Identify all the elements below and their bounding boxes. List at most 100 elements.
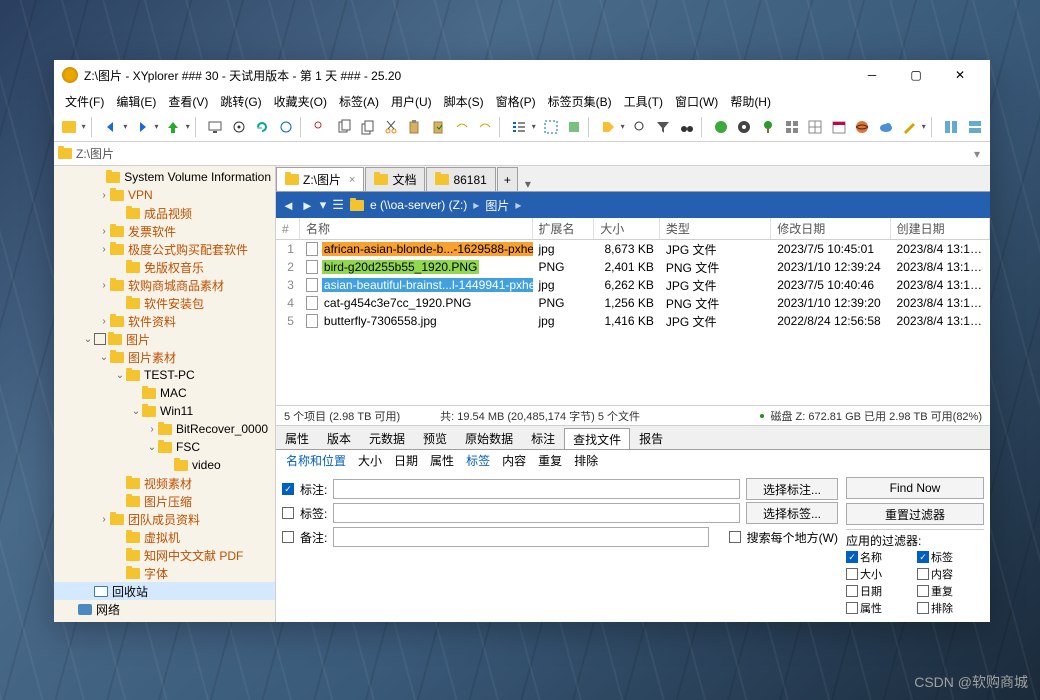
menu-item[interactable]: 窗口(W): [670, 91, 723, 112]
menu-item[interactable]: 文件(F): [60, 91, 109, 112]
menu-item[interactable]: 标签页集(B): [543, 91, 617, 112]
menu-item[interactable]: 用户(U): [386, 91, 437, 112]
grid-icon[interactable]: [780, 115, 803, 139]
menu-item[interactable]: 查看(V): [163, 91, 213, 112]
tab[interactable]: 文档: [365, 167, 425, 191]
sub-tab[interactable]: 内容: [496, 450, 532, 471]
menu-item[interactable]: 帮助(H): [725, 91, 776, 112]
info-tab[interactable]: 属性: [276, 427, 318, 449]
sub-tab[interactable]: 日期: [388, 450, 424, 471]
tree-icon[interactable]: [58, 115, 81, 139]
forward-button[interactable]: [131, 115, 154, 139]
tree-item[interactable]: 免版权音乐: [54, 258, 275, 276]
grid2-icon[interactable]: [804, 115, 827, 139]
tree-item[interactable]: 图片压缩: [54, 492, 275, 510]
note-input[interactable]: [333, 527, 708, 547]
tree-item[interactable]: ›软件资料: [54, 312, 275, 330]
tree-item[interactable]: 字体: [54, 564, 275, 582]
tree-item[interactable]: 网络: [54, 600, 275, 618]
target-icon[interactable]: [228, 115, 251, 139]
info-tab[interactable]: 元数据: [360, 427, 414, 449]
col-size[interactable]: 大小: [594, 218, 660, 239]
sub-tab[interactable]: 名称和位置: [280, 450, 352, 471]
up-button[interactable]: [162, 115, 185, 139]
undo-arrow-icon[interactable]: [450, 115, 473, 139]
copy2-icon[interactable]: [356, 115, 379, 139]
bc-up-icon[interactable]: ☰: [332, 197, 344, 213]
tree-item[interactable]: ›BitRecover_0000: [54, 420, 275, 438]
list-icon[interactable]: [508, 115, 531, 139]
bc-back-icon[interactable]: ◄: [282, 198, 295, 213]
label-checkbox[interactable]: [282, 507, 294, 519]
brush-icon[interactable]: [898, 115, 921, 139]
close-button[interactable]: ✕: [938, 61, 982, 89]
menu-item[interactable]: 收藏夹(O): [269, 91, 332, 112]
everywhere-checkbox[interactable]: [729, 531, 741, 543]
new-tab-button[interactable]: +: [497, 167, 518, 191]
col-mod[interactable]: 修改日期: [771, 218, 890, 239]
calendar-icon[interactable]: [827, 115, 850, 139]
menu-item[interactable]: 跳转(G): [215, 91, 266, 112]
find-now-button[interactable]: Find Now: [846, 477, 984, 499]
disc-icon[interactable]: [733, 115, 756, 139]
select-label-button[interactable]: 选择标签...: [746, 502, 838, 524]
monitor-icon[interactable]: [204, 115, 227, 139]
info-tab[interactable]: 查找文件: [564, 428, 630, 450]
tree-item[interactable]: 软件安装包: [54, 294, 275, 312]
tree-item[interactable]: System Volume Information: [54, 168, 275, 186]
green-circle-icon[interactable]: [710, 115, 733, 139]
paste-icon[interactable]: [403, 115, 426, 139]
file-row[interactable]: 1african-asian-blonde-b...-1629588-pxher…: [276, 240, 990, 258]
cut-icon[interactable]: [380, 115, 403, 139]
bc-fwd-icon[interactable]: ►: [301, 198, 314, 213]
tree-item[interactable]: ›团队成员资料: [54, 510, 275, 528]
select-icon[interactable]: [539, 115, 562, 139]
sub-tab[interactable]: 排除: [568, 450, 604, 471]
bc-folder[interactable]: 图片: [485, 197, 509, 214]
bc-down-icon[interactable]: ▾: [320, 197, 327, 213]
col-ext[interactable]: 扩展名: [533, 218, 595, 239]
maximize-button[interactable]: ▢: [894, 61, 938, 89]
dropdown-icon[interactable]: ▾: [968, 147, 986, 161]
info-tab[interactable]: 版本: [318, 427, 360, 449]
column-headers[interactable]: # 名称 扩展名 大小 类型 修改日期 创建日期: [276, 218, 990, 240]
info-tab[interactable]: 标注: [522, 427, 564, 449]
breadcrumb[interactable]: ◄ ► ▾ ☰ e (\\oa-server) (Z:) ▸ 图片 ▸: [276, 192, 990, 218]
menu-item[interactable]: 脚本(S): [439, 91, 489, 112]
minimize-button[interactable]: ─: [850, 61, 894, 89]
panes-icon[interactable]: [940, 115, 963, 139]
menu-item[interactable]: 编辑(E): [111, 91, 161, 112]
menu-item[interactable]: 窗格(P): [491, 91, 541, 112]
bc-drive[interactable]: e (\\oa-server) (Z:): [370, 198, 467, 212]
tree-item[interactable]: 虚拟机: [54, 528, 275, 546]
binoculars-icon[interactable]: [675, 115, 698, 139]
file-row[interactable]: 3asian-beautiful-brainst...l-1449941-pxh…: [276, 276, 990, 294]
tree-item[interactable]: ⌄图片: [54, 330, 275, 348]
col-type[interactable]: 类型: [660, 218, 771, 239]
tree-item[interactable]: ⌄FSC: [54, 438, 275, 456]
info-tab[interactable]: 原始数据: [456, 427, 522, 449]
tree-item[interactable]: ›VPN: [54, 186, 275, 204]
copy-icon[interactable]: [332, 115, 355, 139]
col-name[interactable]: 名称: [300, 218, 533, 239]
layout-icon[interactable]: [964, 115, 987, 139]
sub-tab[interactable]: 属性: [424, 450, 460, 471]
file-row[interactable]: 4cat-g454c3e7cc_1920.PNGPNG1,256 KBPNG 文…: [276, 294, 990, 312]
file-list[interactable]: 1african-asian-blonde-b...-1629588-pxher…: [276, 240, 990, 405]
reset-filters-button[interactable]: 重置过滤器: [846, 503, 984, 525]
file-row[interactable]: 5butterfly-7306558.jpgjpg1,416 KBJPG 文件2…: [276, 312, 990, 330]
sub-tab[interactable]: 标签: [460, 450, 496, 471]
find-icon[interactable]: [309, 115, 332, 139]
tree-item[interactable]: ⌄Win11: [54, 402, 275, 420]
tree-item[interactable]: ⌄图片素材: [54, 348, 275, 366]
refresh-icon[interactable]: [251, 115, 274, 139]
info-tab[interactable]: 预览: [414, 427, 456, 449]
menu-item[interactable]: 工具(T): [619, 91, 668, 112]
tree-item[interactable]: ›软购商城商品素材: [54, 276, 275, 294]
tree-item[interactable]: ›发票软件: [54, 222, 275, 240]
tab[interactable]: 86181: [426, 167, 495, 191]
sub-tab[interactable]: 大小: [352, 450, 388, 471]
tree-item[interactable]: 成品视频: [54, 204, 275, 222]
tag-checkbox[interactable]: ✓: [282, 483, 294, 495]
tag-icon[interactable]: [597, 115, 620, 139]
